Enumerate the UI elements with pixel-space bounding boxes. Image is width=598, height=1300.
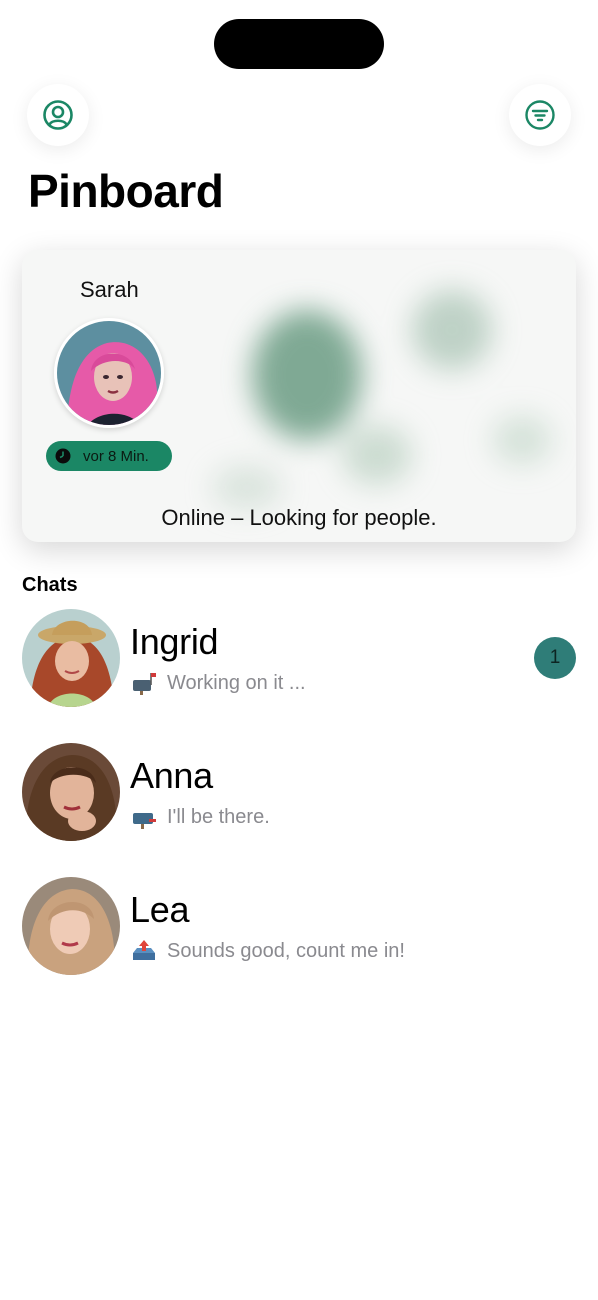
chat-name: Lea [130, 889, 190, 930]
chat-preview: Working on it ... [131, 671, 306, 695]
pinned-user-avatar[interactable] [54, 318, 164, 428]
dynamic-island [214, 19, 384, 69]
avatar [22, 877, 120, 975]
chat-row-ingrid[interactable]: Ingrid Working on it ... 1 [22, 609, 578, 707]
chats-section-title: Chats [22, 574, 78, 596]
person-circle-icon [43, 100, 73, 130]
avatar [22, 609, 120, 707]
chat-name: Anna [130, 755, 213, 796]
chat-preview: I'll be there. [131, 805, 270, 829]
unread-badge: 1 [534, 637, 576, 679]
clock-icon [55, 448, 71, 464]
page-title: Pinboard [28, 165, 224, 217]
outbox-tray-icon [133, 940, 155, 960]
chat-preview-text: Working on it ... [167, 671, 306, 694]
pinboard-screen: Pinboard Sarah vor 8 Min. Online – Looki… [0, 0, 598, 1300]
pinned-user-name: Sarah [80, 277, 139, 302]
pinned-status-card[interactable]: Sarah vor 8 Min. Online – Looking for pe [22, 250, 576, 542]
pinned-status-text: Online – Looking for people. [161, 505, 437, 530]
mailbox-flag-down-icon [133, 813, 156, 829]
filter-button[interactable] [509, 84, 571, 146]
profile-button[interactable] [27, 84, 89, 146]
chat-preview: Sounds good, count me in! [131, 939, 405, 963]
chat-row-anna[interactable]: Anna I'll be there. [22, 743, 578, 841]
last-seen-label: vor 8 Min. [83, 447, 149, 465]
chat-row-lea[interactable]: Lea Sounds good, count me in! [22, 877, 578, 975]
mailbox-flag-up-icon [133, 673, 156, 695]
chat-preview-text: Sounds good, count me in! [167, 939, 405, 962]
last-seen-pill: vor 8 Min. [46, 441, 172, 471]
chat-name: Ingrid [130, 621, 219, 662]
chat-preview-text: I'll be there. [167, 805, 270, 828]
avatar [22, 743, 120, 841]
filter-lines-icon [525, 100, 555, 130]
